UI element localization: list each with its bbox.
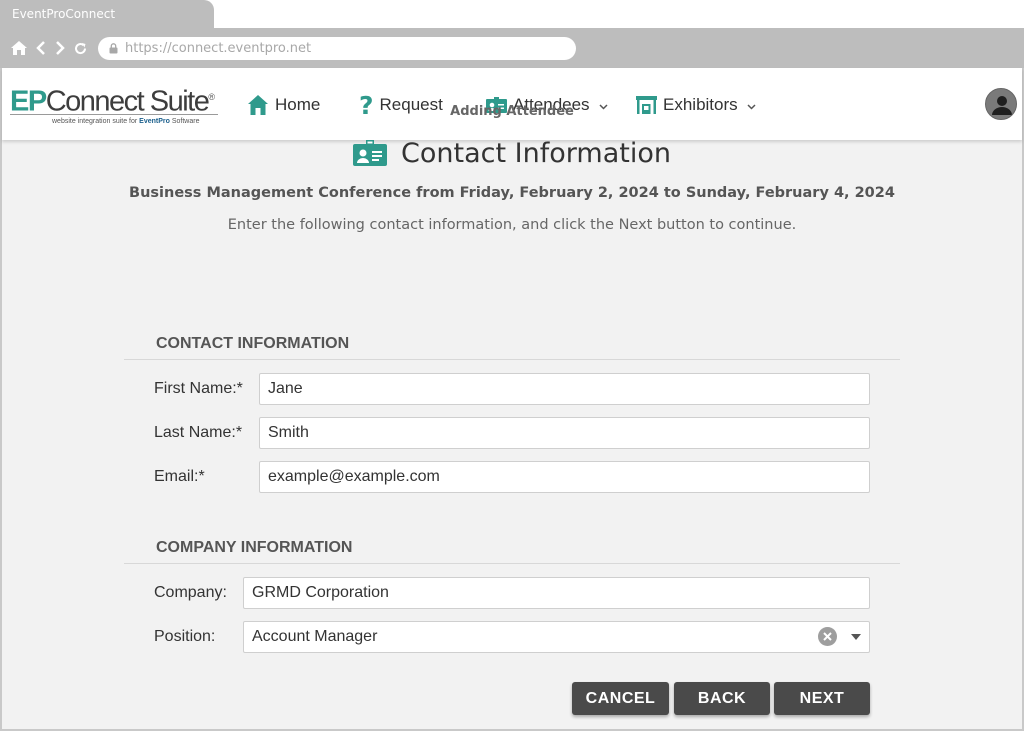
address-bar[interactable]: https://connect.eventpro.net: [98, 37, 576, 60]
contact-section-heading: CONTACT INFORMATION: [156, 335, 350, 352]
cancel-button[interactable]: CANCEL: [572, 682, 669, 715]
last-name-input[interactable]: [259, 417, 870, 449]
dropdown-caret-icon[interactable]: [851, 634, 861, 640]
section-divider: [124, 359, 900, 360]
company-section-heading: COMPANY INFORMATION: [156, 539, 353, 556]
company-label: Company:: [154, 584, 227, 601]
first-name-input[interactable]: [259, 373, 870, 405]
refresh-icon[interactable]: [73, 41, 88, 59]
section-divider: [124, 563, 900, 564]
page-eyebrow: Adding Attendee: [450, 104, 574, 119]
email-label: Email:*: [154, 468, 205, 485]
browser-tab[interactable]: EventProConnect: [0, 0, 214, 28]
page-instructions: Enter the following contact information,…: [227, 217, 797, 233]
page-title-row: Contact Information: [0, 137, 1024, 169]
position-label: Position:: [154, 628, 216, 645]
back-arrow-icon[interactable]: [36, 41, 46, 58]
position-selected-value: Account Manager: [252, 628, 378, 645]
event-description: Business Management Conference from Frid…: [129, 185, 895, 201]
forward-arrow-icon[interactable]: [55, 41, 65, 58]
email-input[interactable]: [259, 461, 870, 493]
lock-icon: [109, 43, 118, 58]
browser-tab-title: EventProConnect: [12, 7, 116, 21]
first-name-label: First Name:*: [154, 380, 243, 397]
last-name-label: Last Name:*: [154, 424, 243, 441]
contact-card-icon: [353, 140, 388, 166]
page-title: Contact Information: [401, 137, 671, 169]
browser-toolbar: https://connect.eventpro.net: [0, 28, 1024, 68]
browser-tab-strip: EventProConnect: [0, 0, 1024, 28]
url-text: https://connect.eventpro.net: [125, 41, 312, 56]
logo-tagline: website integration suite for EventPro S…: [52, 118, 200, 125]
next-button[interactable]: NEXT: [774, 682, 870, 715]
clear-icon[interactable]: [818, 627, 837, 646]
home-icon[interactable]: [10, 40, 28, 59]
position-select[interactable]: Account Manager: [243, 621, 870, 653]
back-button[interactable]: BACK: [674, 682, 770, 715]
company-input[interactable]: [243, 577, 870, 609]
